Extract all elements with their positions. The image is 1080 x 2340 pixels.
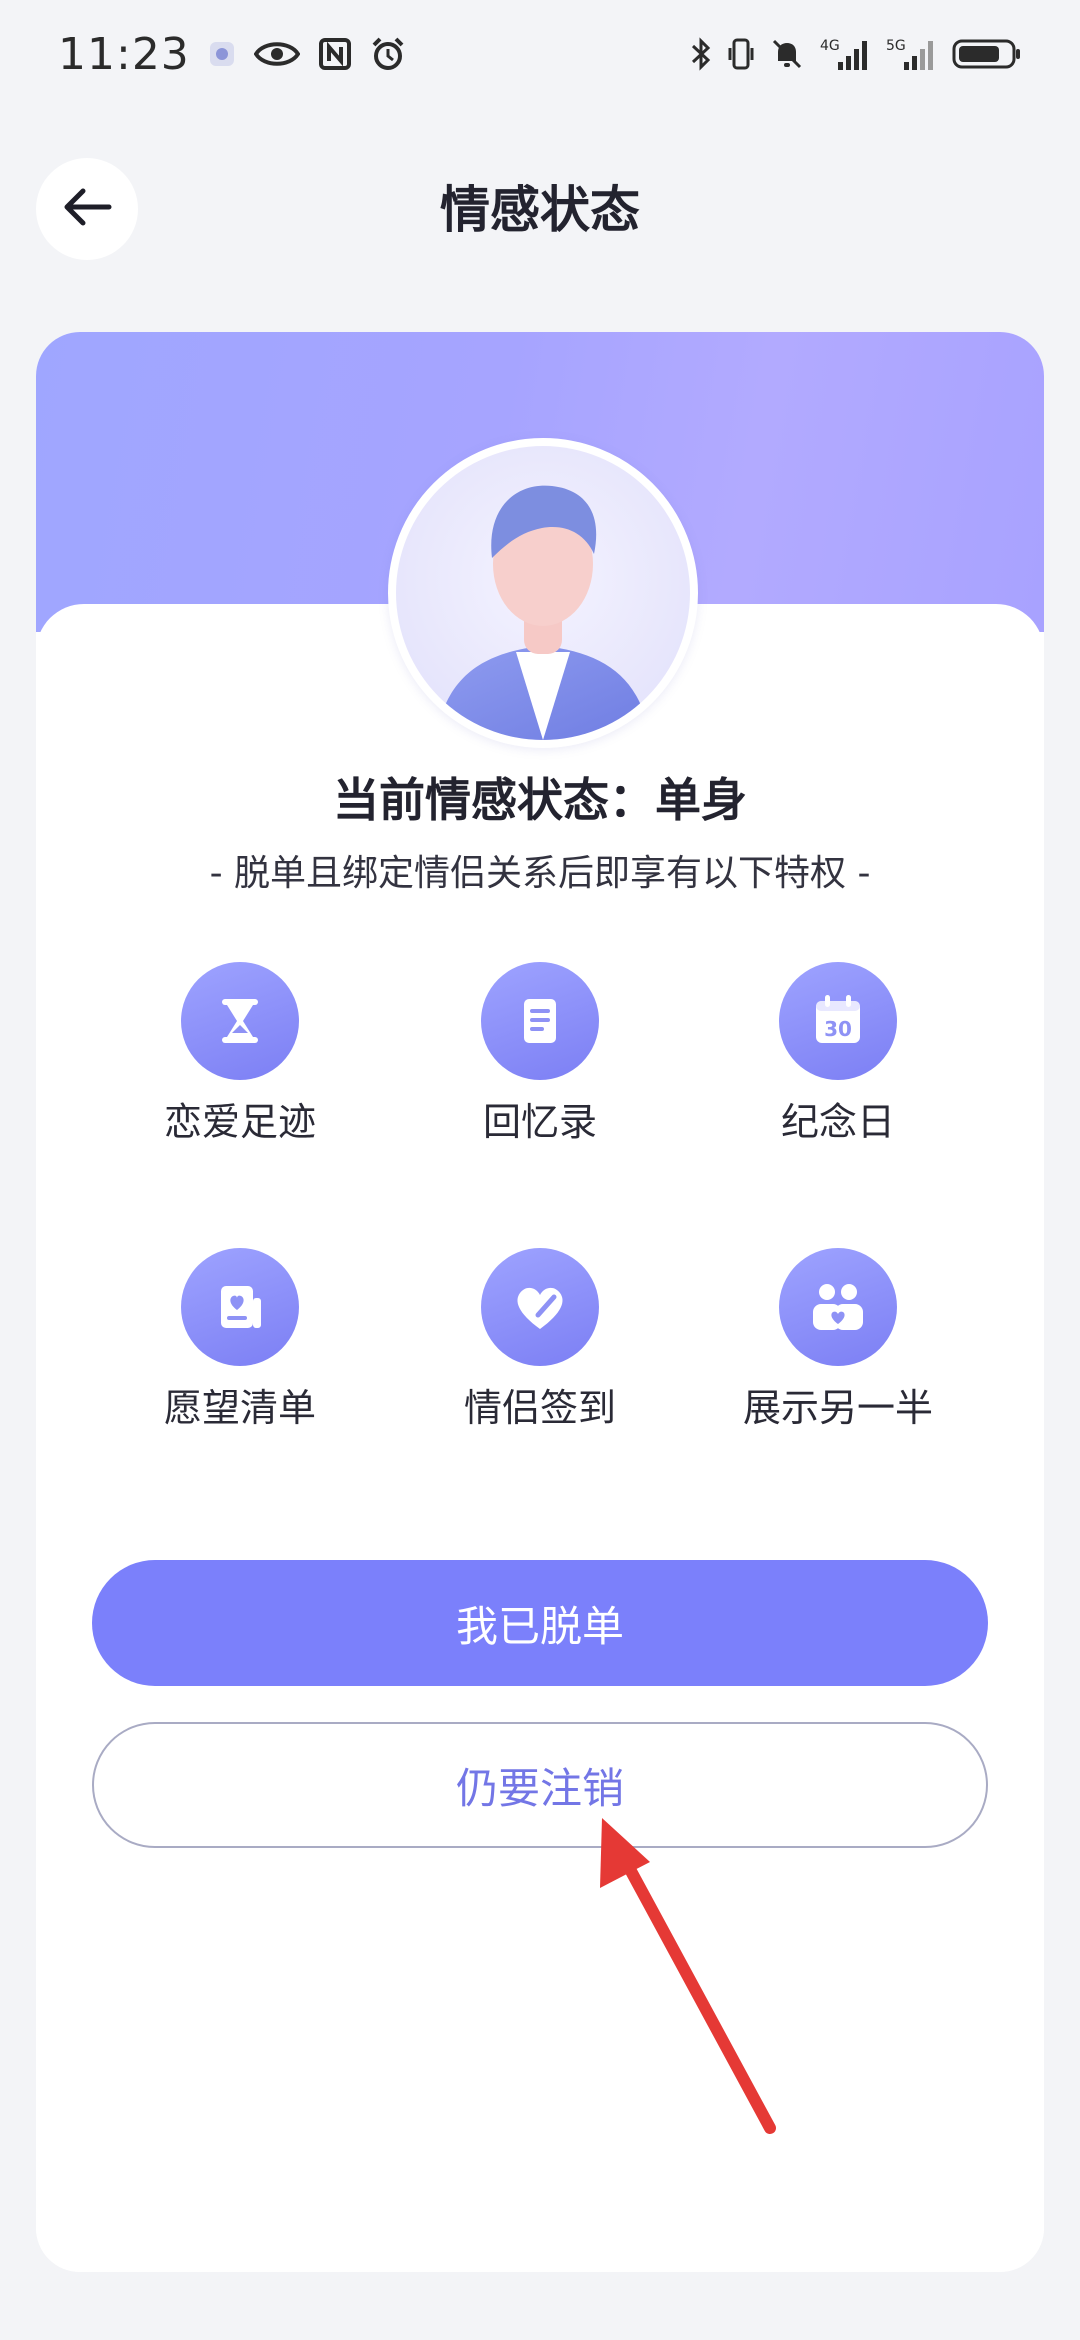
privilege-memoir[interactable]: 回忆录 (390, 962, 690, 1150)
signal-4g-icon: 4G (820, 36, 870, 72)
privilege-show-partner[interactable]: 展示另一半 (688, 1248, 988, 1436)
privilege-couple-checkin[interactable]: 情侣签到 (390, 1248, 690, 1436)
single-person-avatar-icon (396, 446, 690, 740)
status-right: 4G 5G (690, 36, 1022, 72)
status-bar: 11:23 4G 5G (0, 0, 1080, 108)
alarm-icon (370, 36, 406, 72)
eye-icon (253, 39, 300, 69)
privilege-label: 回忆录 (482, 1100, 597, 1144)
avatar (388, 438, 698, 748)
vibrate-icon (728, 36, 754, 72)
current-status-title: 当前情感状态：单身 (333, 773, 747, 827)
app-notification-icon (208, 40, 236, 68)
hourglass-icon (181, 962, 299, 1080)
bluetooth-icon (690, 36, 712, 72)
continue-deregister-button[interactable]: 仍要注销 (92, 1722, 988, 1848)
privilege-label: 展示另一半 (742, 1386, 933, 1430)
signal-5g-label: 5G (886, 38, 906, 54)
privilege-label: 愿望清单 (163, 1386, 316, 1430)
page-title: 情感状态 (440, 181, 640, 239)
nfc-icon (318, 37, 352, 71)
privilege-love-footprint[interactable]: 恋爱足迹 (90, 962, 390, 1150)
status-left: 11:23 (58, 29, 406, 80)
calendar-icon: 30 (779, 962, 897, 1080)
privilege-anniversary[interactable]: 30 纪念日 (688, 962, 988, 1150)
header: 情感状态 (0, 150, 1080, 270)
heart-checkin-icon (481, 1248, 599, 1366)
privilege-label: 情侣签到 (463, 1386, 616, 1430)
status-time: 11:23 (58, 28, 190, 80)
battery-icon (952, 36, 1022, 72)
relationship-status-card: 当前情感状态：单身 - 脱单且绑定情侣关系后即享有以下特权 - 恋爱足迹 回忆录… (36, 332, 1044, 2272)
signal-4g-label: 4G (820, 38, 840, 54)
privilege-wishlist[interactable]: 愿望清单 (90, 1248, 390, 1436)
notebook-icon (481, 962, 599, 1080)
mute-icon (770, 37, 804, 71)
wishlist-icon (181, 1248, 299, 1366)
privilege-label: 恋爱足迹 (163, 1100, 316, 1144)
calendar-day-number: 30 (824, 1017, 852, 1041)
already-coupled-button[interactable]: 我已脱单 (92, 1560, 988, 1686)
privileges-subtitle: - 脱单且绑定情侣关系后即享有以下特权 - (209, 853, 871, 894)
couple-icon (779, 1248, 897, 1366)
privilege-label: 纪念日 (780, 1100, 895, 1144)
signal-5g-icon: 5G (886, 36, 936, 72)
